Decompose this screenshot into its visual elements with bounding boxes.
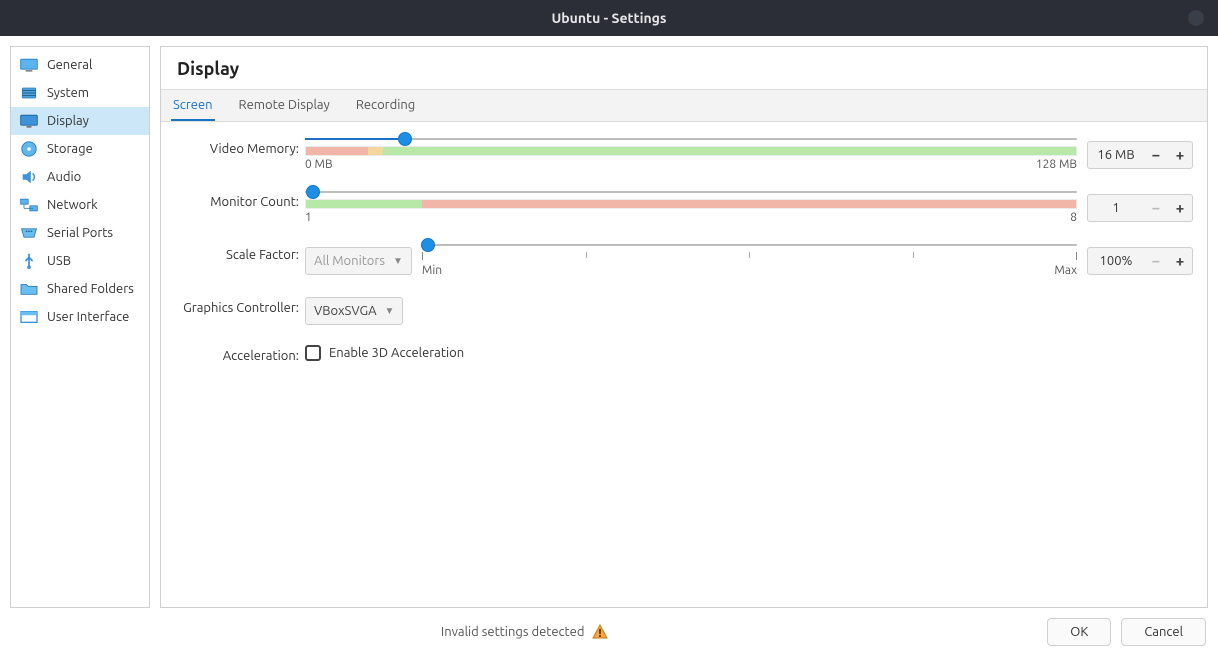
display-icon <box>19 113 39 129</box>
sidebar-item-label: Network <box>47 198 98 212</box>
sidebar-item-display[interactable]: Display <box>11 107 149 135</box>
page-header: Display <box>161 47 1207 90</box>
folder-icon <box>19 281 39 297</box>
video-memory-value[interactable]: 16 MB <box>1088 148 1144 162</box>
content-area: General System Display Storage <box>0 36 1218 608</box>
footer: Invalid settings detected OK Cancel <box>0 608 1218 658</box>
chip-icon <box>19 85 39 101</box>
video-memory-decrement[interactable]: − <box>1144 142 1168 168</box>
video-memory-slider[interactable]: 0 MB 128 MB <box>305 138 1077 171</box>
scale-factor-slider[interactable]: Min Max <box>422 244 1077 277</box>
sidebar-item-label: General <box>47 58 92 72</box>
sidebar-item-system[interactable]: System <box>11 79 149 107</box>
status-area: Invalid settings detected <box>12 624 1037 640</box>
scale-factor-spinner: 100% − + <box>1087 247 1193 275</box>
row-graphics-controller: Graphics Controller: VBoxSVGA ▼ <box>175 297 1193 325</box>
sidebar-item-network[interactable]: Network <box>11 191 149 219</box>
tab-remote-display[interactable]: Remote Display <box>237 90 332 121</box>
enable-3d-checkbox[interactable] <box>305 345 321 361</box>
graphics-controller-select[interactable]: VBoxSVGA ▼ <box>305 297 403 325</box>
scale-factor-decrement: − <box>1144 248 1168 274</box>
monitor-count-slider[interactable]: 1 8 <box>305 191 1077 224</box>
sidebar-item-shared-folders[interactable]: Shared Folders <box>11 275 149 303</box>
network-icon <box>19 197 39 213</box>
scale-factor-increment[interactable]: + <box>1168 248 1192 274</box>
scale-factor-max: Max <box>1054 264 1077 277</box>
video-memory-max: 128 MB <box>1036 158 1077 171</box>
slider-thumb-icon[interactable] <box>306 185 320 199</box>
sidebar-item-label: Storage <box>47 142 93 156</box>
sidebar-item-serial-ports[interactable]: Serial Ports <box>11 219 149 247</box>
scale-factor-value[interactable]: 100% <box>1088 254 1144 268</box>
monitor-count-spinner: 1 − + <box>1087 194 1193 222</box>
sidebar-item-label: Display <box>47 114 89 128</box>
monitor-count-decrement: − <box>1144 195 1168 221</box>
form-area: Video Memory: <box>161 122 1207 379</box>
slider-thumb-icon[interactable] <box>421 238 435 252</box>
usb-icon <box>19 253 39 269</box>
monitor-count-label: Monitor Count: <box>175 191 305 209</box>
video-memory-label: Video Memory: <box>175 138 305 156</box>
sidebar-item-storage[interactable]: Storage <box>11 135 149 163</box>
sidebar-item-label: Audio <box>47 170 81 184</box>
scale-factor-monitor-select[interactable]: All Monitors ▼ <box>305 247 412 275</box>
ok-button[interactable]: OK <box>1047 618 1111 646</box>
sidebar: General System Display Storage <box>10 46 150 608</box>
scale-factor-label: Scale Factor: <box>175 244 305 262</box>
monitor-icon <box>19 57 39 73</box>
video-memory-spinner: 16 MB − + <box>1087 141 1193 169</box>
monitor-count-increment[interactable]: + <box>1168 195 1192 221</box>
acceleration-label: Acceleration: <box>175 345 305 363</box>
sidebar-item-label: USB <box>47 254 71 268</box>
scale-factor-min: Min <box>422 264 442 277</box>
sidebar-item-label: Shared Folders <box>47 282 134 296</box>
cancel-button[interactable]: Cancel <box>1121 618 1206 646</box>
close-window-icon[interactable] <box>1188 10 1204 26</box>
slider-thumb-icon[interactable] <box>398 132 412 146</box>
sidebar-item-user-interface[interactable]: User Interface <box>11 303 149 331</box>
page-title: Display <box>177 59 1191 79</box>
main-panel: Display Screen Remote Display Recording … <box>160 46 1208 608</box>
video-memory-min: 0 MB <box>305 158 333 171</box>
chevron-down-icon: ▼ <box>393 255 403 267</box>
sidebar-item-label: Serial Ports <box>47 226 113 240</box>
serial-port-icon <box>19 225 39 241</box>
warning-icon[interactable] <box>592 624 608 640</box>
window-title: Ubuntu - Settings <box>551 10 666 26</box>
chevron-down-icon: ▼ <box>385 305 395 317</box>
status-text: Invalid settings detected <box>441 625 585 639</box>
tab-screen[interactable]: Screen <box>171 90 215 121</box>
titlebar: Ubuntu - Settings <box>0 0 1218 36</box>
sidebar-item-label: User Interface <box>47 310 129 324</box>
row-scale-factor: Scale Factor: All Monitors ▼ <box>175 244 1193 277</box>
monitor-count-max: 8 <box>1070 211 1077 224</box>
tab-recording[interactable]: Recording <box>354 90 417 121</box>
disk-icon <box>19 141 39 157</box>
sidebar-item-label: System <box>47 86 89 100</box>
enable-3d-label[interactable]: Enable 3D Acceleration <box>329 346 464 360</box>
sidebar-item-general[interactable]: General <box>11 51 149 79</box>
settings-window: Ubuntu - Settings General System <box>0 0 1218 658</box>
row-monitor-count: Monitor Count: <box>175 191 1193 224</box>
monitor-count-min: 1 <box>305 211 312 224</box>
video-memory-increment[interactable]: + <box>1168 142 1192 168</box>
tabbar: Screen Remote Display Recording <box>161 90 1207 122</box>
sidebar-item-audio[interactable]: Audio <box>11 163 149 191</box>
sidebar-item-usb[interactable]: USB <box>11 247 149 275</box>
layout-icon <box>19 309 39 325</box>
monitor-count-value[interactable]: 1 <box>1088 201 1144 215</box>
row-acceleration: Acceleration: Enable 3D Acceleration <box>175 345 1193 363</box>
speaker-icon <box>19 169 39 185</box>
graphics-controller-label: Graphics Controller: <box>175 297 305 315</box>
row-video-memory: Video Memory: <box>175 138 1193 171</box>
